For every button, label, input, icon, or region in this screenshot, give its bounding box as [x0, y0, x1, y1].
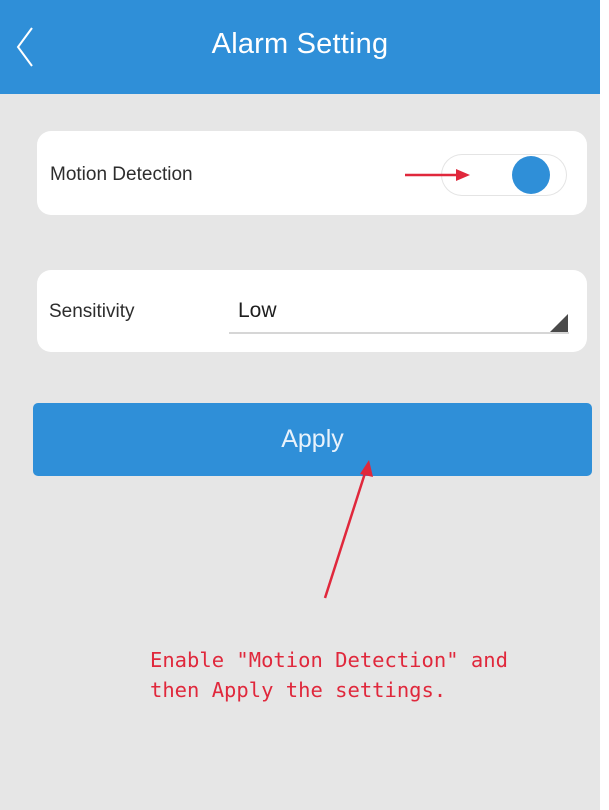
sensitivity-row: Sensitivity Low	[37, 270, 587, 352]
sensitivity-label: Sensitivity	[49, 301, 135, 322]
alarm-setting-screen: Alarm Setting Motion Detection Sensitivi…	[0, 0, 609, 810]
sensitivity-value: Low	[238, 299, 277, 322]
toggle-knob	[512, 156, 550, 194]
select-underline	[229, 332, 569, 334]
annotation-text: Enable "Motion Detection" and then Apply…	[150, 645, 590, 705]
apply-button[interactable]: Apply	[33, 403, 592, 476]
motion-detection-row: Motion Detection	[37, 131, 587, 215]
header-bar: Alarm Setting	[0, 0, 600, 94]
dropdown-caret-icon	[550, 314, 568, 332]
annotation-line-1: Enable "Motion Detection" and	[150, 648, 508, 672]
page-title: Alarm Setting	[211, 28, 389, 60]
annotation-line-2: then Apply the settings.	[150, 678, 447, 702]
motion-detection-label: Motion Detection	[50, 164, 193, 185]
